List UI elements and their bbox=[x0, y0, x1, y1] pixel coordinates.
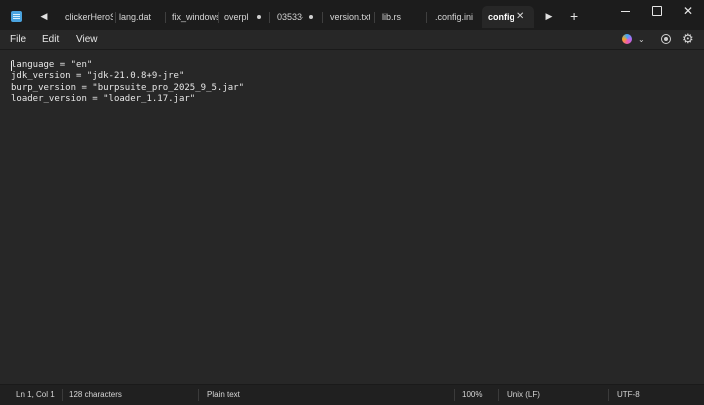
unsaved-dot-icon bbox=[257, 15, 261, 19]
caret-right-icon[interactable]: ▶ bbox=[542, 9, 556, 23]
tab-config-active[interactable]: config bbox=[482, 6, 534, 28]
tab-overpl[interactable]: overpl bbox=[224, 6, 250, 28]
copilot-icon[interactable] bbox=[622, 34, 632, 44]
tab-label: config bbox=[488, 12, 514, 22]
menu-bar: File Edit View ⌄ ⚙ bbox=[0, 30, 704, 49]
tab-divider bbox=[115, 12, 116, 23]
character-count: 128 characters bbox=[69, 390, 122, 399]
new-tab-button[interactable]: + bbox=[570, 7, 578, 25]
tab-label: clickerHeroS bbox=[65, 12, 113, 22]
encoding[interactable]: UTF-8 bbox=[617, 385, 640, 405]
tab-divider bbox=[374, 12, 375, 23]
chevron-down-icon[interactable]: ⌄ bbox=[638, 32, 645, 47]
gear-icon[interactable]: ⚙ bbox=[682, 31, 694, 46]
zoom-level[interactable]: 100% bbox=[462, 385, 482, 405]
close-window-button[interactable]: ✕ bbox=[678, 3, 698, 19]
editor-line: loader_version = "loader_1.17.jar" bbox=[11, 93, 196, 104]
tab-clickerheros[interactable]: clickerHeroS bbox=[65, 6, 113, 28]
tab-03533[interactable]: 03533- bbox=[277, 6, 303, 28]
tab-label: 03533- bbox=[277, 12, 303, 22]
menu-file[interactable]: File bbox=[10, 32, 26, 47]
status-bar: Ln 1, Col 1 128 characters Plain text 10… bbox=[0, 384, 704, 405]
tab-divider bbox=[426, 12, 427, 23]
caret-left-icon[interactable]: ◀ bbox=[37, 9, 51, 23]
status-divider bbox=[454, 389, 455, 401]
status-divider bbox=[198, 389, 199, 401]
editor-line: language = "en" bbox=[11, 60, 93, 70]
status-divider bbox=[498, 389, 499, 401]
maximize-button[interactable] bbox=[647, 3, 667, 19]
status-divider bbox=[608, 389, 609, 401]
tab-divider bbox=[165, 12, 166, 23]
tab-label: fix_windows bbox=[172, 12, 218, 22]
tab-fix-windows[interactable]: fix_windows bbox=[172, 6, 218, 28]
text-editor[interactable]: language = "en" jdk_version = "jdk-21.0.8… bbox=[0, 49, 704, 384]
notepad-window: ◀ clickerHeroS lang.dat fix_windows over… bbox=[0, 0, 704, 405]
tab-version-txt[interactable]: version.txt bbox=[330, 6, 370, 28]
editor-line: jdk_version = "jdk-21.0.8+9-jre" bbox=[11, 71, 185, 82]
status-divider bbox=[62, 389, 63, 401]
title-bar: ◀ clickerHeroS lang.dat fix_windows over… bbox=[0, 0, 704, 30]
tab-dot-config-ini[interactable]: .config.ini bbox=[435, 6, 479, 28]
tab-lang-dat[interactable]: lang.dat bbox=[119, 6, 161, 28]
tab-divider bbox=[218, 12, 219, 23]
tab-lib-rs[interactable]: lib.rs bbox=[382, 6, 408, 28]
tab-divider bbox=[322, 12, 323, 23]
account-icon[interactable] bbox=[661, 34, 671, 44]
tab-label: lang.dat bbox=[119, 12, 152, 22]
tab-divider bbox=[269, 12, 270, 23]
cursor-position: Ln 1, Col 1 bbox=[16, 390, 55, 399]
tab-label: lib.rs bbox=[382, 12, 402, 22]
tab-label: overpl bbox=[224, 12, 249, 22]
unsaved-dot-icon bbox=[309, 15, 313, 19]
editor-content[interactable]: language = "en" jdk_version = "jdk-21.0.8… bbox=[11, 60, 244, 105]
close-tab-icon[interactable]: ✕ bbox=[516, 6, 524, 28]
file-format[interactable]: Plain text bbox=[207, 385, 240, 405]
minimize-button[interactable] bbox=[616, 3, 636, 19]
menu-edit[interactable]: Edit bbox=[42, 32, 59, 47]
tab-label: version.txt bbox=[330, 12, 370, 22]
line-ending[interactable]: Unix (LF) bbox=[507, 385, 540, 405]
tab-label: .config.ini bbox=[435, 12, 474, 22]
editor-line: burp_version = "burpsuite_pro_2025_9_5.j… bbox=[11, 82, 244, 93]
menu-view[interactable]: View bbox=[76, 32, 98, 47]
notepad-icon bbox=[11, 11, 22, 22]
text-caret bbox=[11, 61, 12, 71]
